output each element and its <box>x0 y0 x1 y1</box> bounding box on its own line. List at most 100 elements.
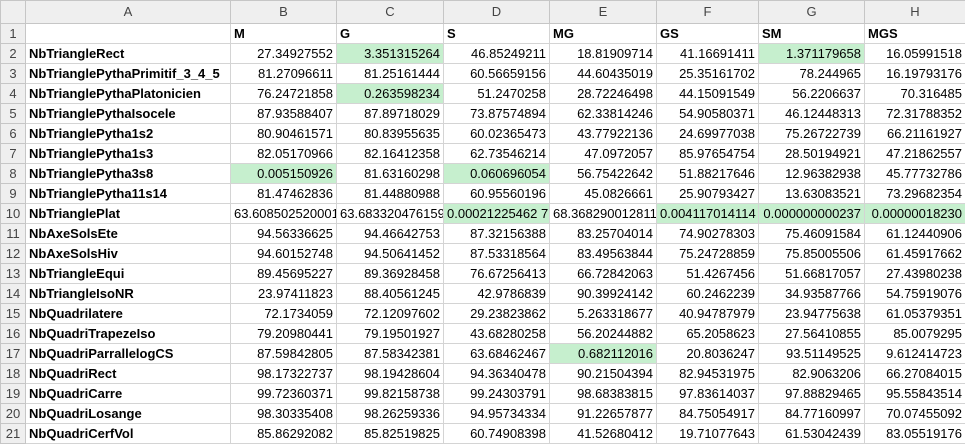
row-number[interactable]: 3 <box>0 63 26 84</box>
value-cell[interactable]: 47.21862557 <box>864 143 965 164</box>
value-cell[interactable]: 60.2462239 <box>656 283 759 304</box>
value-cell[interactable]: 94.95734334 <box>443 403 550 424</box>
highlighted-value-cell[interactable]: 0.000000000237 <box>758 203 865 224</box>
row-number[interactable]: 15 <box>0 303 26 324</box>
value-cell[interactable]: 70.316485 <box>864 83 965 104</box>
value-cell[interactable]: 34.93587766 <box>758 283 865 304</box>
value-cell[interactable]: 81.27096611 <box>230 63 337 84</box>
row-label-cell[interactable]: NbTriangleRect <box>25 43 231 64</box>
value-cell[interactable]: 85.82519825 <box>336 423 444 444</box>
row-number[interactable]: 1 <box>0 23 26 44</box>
value-cell[interactable]: 28.50194921 <box>758 143 865 164</box>
value-cell[interactable]: 56.2206637 <box>758 83 865 104</box>
value-cell[interactable]: 51.4267456 <box>656 263 759 284</box>
value-cell[interactable]: 98.17322737 <box>230 363 337 384</box>
value-cell[interactable]: 61.05379351 <box>864 303 965 324</box>
value-cell[interactable]: 42.9786839 <box>443 283 550 304</box>
value-cell[interactable]: 27.34927552 <box>230 43 337 64</box>
value-cell[interactable]: 87.53318564 <box>443 243 550 264</box>
row-label-cell[interactable]: NbTriangleIsoNR <box>25 283 231 304</box>
value-cell[interactable]: 87.93588407 <box>230 103 337 124</box>
value-cell[interactable]: 9.612414723 <box>864 343 965 364</box>
value-cell[interactable]: 41.52680412 <box>549 423 657 444</box>
row-number[interactable]: 21 <box>0 423 26 444</box>
value-cell[interactable]: 72.1734059 <box>230 303 337 324</box>
value-cell[interactable]: 54.90580371 <box>656 103 759 124</box>
value-cell[interactable]: 28.72246498 <box>549 83 657 104</box>
value-cell[interactable]: 27.56410855 <box>758 323 865 344</box>
value-cell[interactable]: 61.45917662 <box>864 243 965 264</box>
value-cell[interactable]: 60.95560196 <box>443 183 550 204</box>
value-cell[interactable]: 19.71077643 <box>656 423 759 444</box>
value-cell[interactable]: 12.96382938 <box>758 163 865 184</box>
row-label-cell[interactable]: NbTrianglePytha3s8 <box>25 163 231 184</box>
cell[interactable]: MGS <box>864 23 965 44</box>
value-cell[interactable]: 93.51149525 <box>758 343 865 364</box>
column-header-h[interactable]: H <box>864 0 965 24</box>
value-cell[interactable]: 45.77732786 <box>864 163 965 184</box>
value-cell[interactable]: 81.47462836 <box>230 183 337 204</box>
row-label-cell[interactable]: NbTrianglePytha1s3 <box>25 143 231 164</box>
row-label-cell[interactable]: NbQuadriCerfVol <box>25 423 231 444</box>
value-cell[interactable]: 98.68383815 <box>549 383 657 404</box>
value-cell[interactable]: 75.24728859 <box>656 243 759 264</box>
value-cell[interactable]: 99.82158738 <box>336 383 444 404</box>
value-cell[interactable]: 66.21161927 <box>864 123 965 144</box>
value-cell[interactable]: 56.20244882 <box>549 323 657 344</box>
value-cell[interactable]: 84.77160997 <box>758 403 865 424</box>
value-cell[interactable]: 78.244965 <box>758 63 865 84</box>
row-number[interactable]: 16 <box>0 323 26 344</box>
value-cell[interactable]: 80.90461571 <box>230 123 337 144</box>
row-number[interactable]: 4 <box>0 83 26 104</box>
value-cell[interactable]: 61.53042439 <box>758 423 865 444</box>
value-cell[interactable]: 54.75919076 <box>864 283 965 304</box>
highlighted-value-cell[interactable]: 0.00021225462 7 <box>443 203 550 224</box>
value-cell[interactable]: 63.683320476159 <box>336 203 444 224</box>
value-cell[interactable]: 66.72842063 <box>549 263 657 284</box>
row-label-cell[interactable]: NbQuadriParrallelogCS <box>25 343 231 364</box>
row-label-cell[interactable]: NbTrianglePythaPlatonicien <box>25 83 231 104</box>
value-cell[interactable]: 60.56659156 <box>443 63 550 84</box>
row-number[interactable]: 6 <box>0 123 26 144</box>
value-cell[interactable]: 99.24303791 <box>443 383 550 404</box>
value-cell[interactable]: 40.94787979 <box>656 303 759 324</box>
value-cell[interactable]: 24.69977038 <box>656 123 759 144</box>
highlighted-value-cell[interactable]: 3.351315264 <box>336 43 444 64</box>
value-cell[interactable]: 98.26259336 <box>336 403 444 424</box>
value-cell[interactable]: 72.12097602 <box>336 303 444 324</box>
row-number[interactable]: 13 <box>0 263 26 284</box>
value-cell[interactable]: 90.21504394 <box>549 363 657 384</box>
value-cell[interactable]: 75.85005506 <box>758 243 865 264</box>
row-number[interactable]: 18 <box>0 363 26 384</box>
value-cell[interactable]: 94.46642753 <box>336 223 444 244</box>
value-cell[interactable]: 87.59842805 <box>230 343 337 364</box>
row-label-cell[interactable]: NbTrianglePytha11s14 <box>25 183 231 204</box>
cell[interactable]: GS <box>656 23 759 44</box>
value-cell[interactable]: 76.67256413 <box>443 263 550 284</box>
value-cell[interactable]: 97.83614037 <box>656 383 759 404</box>
value-cell[interactable]: 82.16412358 <box>336 143 444 164</box>
value-cell[interactable]: 83.49563844 <box>549 243 657 264</box>
cell[interactable]: G <box>336 23 444 44</box>
highlighted-value-cell[interactable]: 0.682112016 <box>549 343 657 364</box>
row-label-cell[interactable]: NbQuadriRect <box>25 363 231 384</box>
value-cell[interactable]: 87.89718029 <box>336 103 444 124</box>
row-label-cell[interactable]: NbAxeSolsHiv <box>25 243 231 264</box>
value-cell[interactable]: 27.43980238 <box>864 263 965 284</box>
row-label-cell[interactable]: NbQuadrilatere <box>25 303 231 324</box>
value-cell[interactable]: 85.0079295 <box>864 323 965 344</box>
row-label-cell[interactable]: NbTrianglePythaIsocele <box>25 103 231 124</box>
cell[interactable]: S <box>443 23 550 44</box>
value-cell[interactable]: 60.02365473 <box>443 123 550 144</box>
cell[interactable] <box>25 23 231 44</box>
row-number[interactable]: 10 <box>0 203 26 224</box>
column-header-d[interactable]: D <box>443 0 550 24</box>
column-header-a[interactable]: A <box>25 0 231 24</box>
value-cell[interactable]: 68.368290012811 <box>549 203 657 224</box>
highlighted-value-cell[interactable]: 0.005150926 <box>230 163 337 184</box>
value-cell[interactable]: 47.0972057 <box>549 143 657 164</box>
value-cell[interactable]: 5.263318677 <box>549 303 657 324</box>
value-cell[interactable]: 79.19501927 <box>336 323 444 344</box>
value-cell[interactable]: 88.40561245 <box>336 283 444 304</box>
value-cell[interactable]: 89.45695227 <box>230 263 337 284</box>
